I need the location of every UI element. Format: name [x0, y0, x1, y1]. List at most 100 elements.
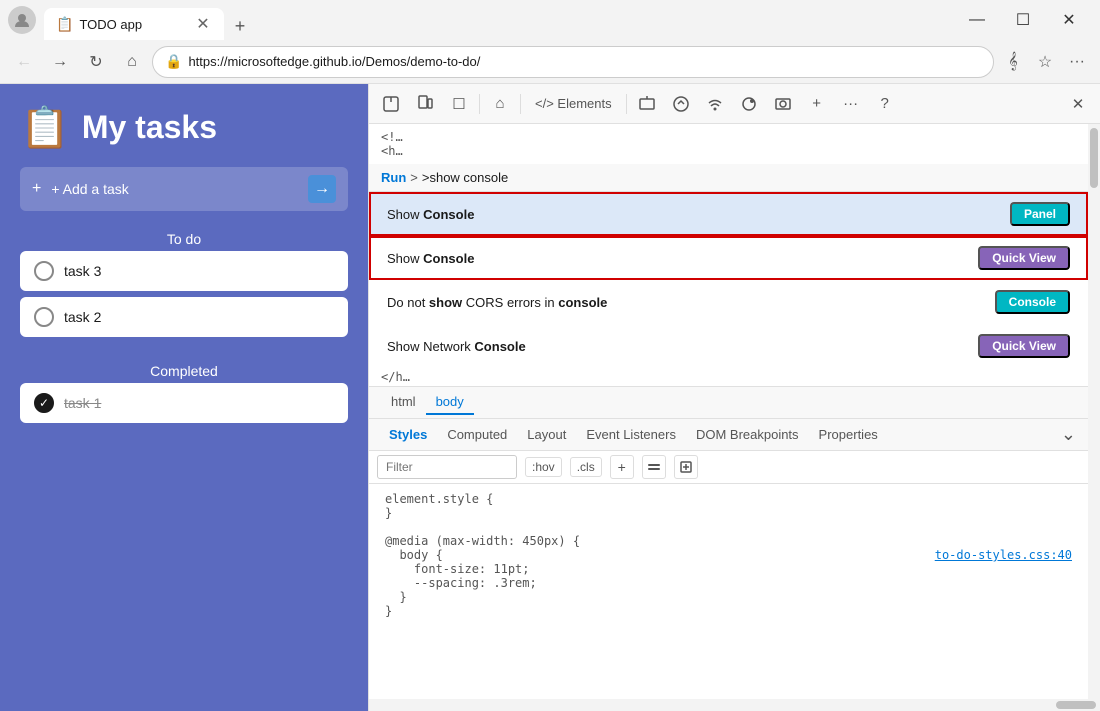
devtools-help-button[interactable]: ? [869, 88, 901, 120]
devtools-network-button[interactable] [631, 88, 663, 120]
list-item[interactable]: task 3 [20, 251, 348, 291]
tab-elements[interactable]: </> Elements [525, 92, 622, 115]
scrollbar-thumb[interactable] [1090, 128, 1098, 188]
style-line: --spacing: .3rem; [385, 576, 1072, 590]
favorites-button[interactable]: ☆ [1030, 47, 1060, 77]
html-line: <h… [381, 144, 1076, 158]
task-text: task 3 [64, 263, 101, 279]
todo-app: 📋 My tasks + + Add a task → To do task 3… [0, 84, 368, 711]
command-result-label4: Show Network Console [387, 339, 968, 354]
todo-section-completed: Completed task 1 [20, 359, 348, 429]
tab-bar: 📋 TODO app ✕ + [44, 0, 950, 40]
task-checkbox[interactable] [34, 261, 54, 281]
devtools-main: <!… <h… Run > >show console S [369, 124, 1100, 699]
window-controls: — ☐ ✕ [954, 4, 1092, 36]
devtools-performance-button[interactable] [665, 88, 697, 120]
forward-button[interactable]: → [44, 46, 76, 78]
result2-text-console: Console [423, 251, 474, 266]
content-area: 📋 My tasks + + Add a task → To do task 3… [0, 84, 1100, 711]
add-task-bar[interactable]: + + Add a task → [20, 167, 348, 211]
list-item[interactable]: task 2 [20, 297, 348, 337]
html-line: <!… [381, 130, 1076, 144]
devtools-screenshot-button[interactable] [767, 88, 799, 120]
devtools-wifi-button[interactable] [699, 88, 731, 120]
styles-tabs-more-button[interactable]: ⌄ [1061, 424, 1076, 445]
style-line: } [385, 590, 1072, 604]
style-line: @media (max-width: 450px) { [385, 534, 1072, 548]
devtools-device-button[interactable] [409, 88, 441, 120]
styles-tab-computed[interactable]: Computed [439, 423, 515, 446]
list-item[interactable]: task 1 [20, 383, 348, 423]
cls-button[interactable]: .cls [570, 457, 602, 477]
toolbar-divider3 [626, 94, 627, 114]
styles-tab-event-listeners[interactable]: Event Listeners [578, 423, 684, 446]
devtools-add-button[interactable]: + [801, 88, 833, 120]
more-button[interactable]: ··· [1062, 47, 1092, 77]
task-checkbox[interactable] [34, 307, 54, 327]
devtools-close-button[interactable]: ✕ [1062, 88, 1094, 120]
devtools-scrollbar[interactable] [1088, 124, 1100, 699]
style-line: } [385, 604, 1072, 618]
tab-body[interactable]: body [426, 390, 474, 415]
result-text-console: Console [423, 207, 474, 222]
toolbar-divider2 [520, 94, 521, 114]
address-bar[interactable]: 🔒 https://microsoftedge.github.io/Demos/… [152, 46, 994, 78]
tab-html[interactable]: html [381, 390, 426, 415]
command-input-text[interactable]: >show console [422, 170, 1076, 185]
task-checkbox-checked[interactable] [34, 393, 54, 413]
minimize-button[interactable]: — [954, 4, 1000, 36]
result-text-show: Show [387, 207, 423, 222]
command-badge-panel[interactable]: Panel [1010, 202, 1070, 226]
maximize-button[interactable]: ☐ [1000, 4, 1046, 36]
close-button[interactable]: ✕ [1046, 4, 1092, 36]
todo-section-title: To do [20, 231, 348, 247]
command-badge-console[interactable]: Console [995, 290, 1070, 314]
profile-icon[interactable] [8, 6, 36, 34]
toggle-style-button[interactable] [642, 455, 666, 479]
add-task-input[interactable]: + Add a task [51, 181, 298, 197]
read-aloud-button[interactable]: 𝄞 [998, 47, 1028, 77]
url-text: https://microsoftedge.github.io/Demos/de… [188, 54, 981, 69]
reload-button[interactable]: ↻ [80, 46, 112, 78]
nav-extras: 𝄞 ☆ ··· [998, 47, 1092, 77]
devtools-inspect-button[interactable] [375, 88, 407, 120]
toolbar-divider [479, 94, 480, 114]
command-badge-quick-view[interactable]: Quick View [978, 246, 1070, 270]
command-result-label2: Show Console [387, 251, 968, 266]
devtools-paint-button[interactable] [733, 88, 765, 120]
tab-close-button[interactable]: ✕ [194, 15, 212, 33]
styles-tab-styles[interactable]: Styles [381, 423, 435, 446]
style-line: } [385, 506, 1072, 520]
devtools-console-button[interactable]: ☐ [443, 88, 475, 120]
devtools-home-button[interactable]: ⌂ [484, 88, 516, 120]
todo-app-icon: 📋 [20, 104, 70, 151]
panel-tabs: html body [369, 387, 1088, 419]
command-result-cors[interactable]: Do not show CORS errors in console Conso… [369, 280, 1088, 324]
bottom-scrollbar-thumb[interactable] [1056, 701, 1096, 709]
tab-todo-app[interactable]: 📋 TODO app ✕ [44, 8, 224, 40]
devtools-overflow-button[interactable]: ··· [835, 88, 867, 120]
tab-favicon: 📋 [56, 16, 73, 33]
lock-icon: 🔒 [165, 53, 182, 70]
add-task-submit[interactable]: → [308, 175, 336, 203]
command-result-network-console[interactable]: Show Network Console Quick View [369, 324, 1088, 368]
new-style-rule-button[interactable] [674, 455, 698, 479]
command-result-show-console-quick[interactable]: Show Console Quick View [369, 236, 1088, 280]
command-run-label: Run [381, 170, 406, 185]
back-button[interactable]: ← [8, 46, 40, 78]
command-result-label: Show Console [387, 207, 1000, 222]
pseudo-hov-button[interactable]: :hov [525, 457, 562, 477]
command-badge-quick-view2[interactable]: Quick View [978, 334, 1070, 358]
styles-tab-layout[interactable]: Layout [519, 423, 574, 446]
devtools-panel: ☐ ⌂ </> Elements [368, 84, 1100, 711]
navigation-bar: ← → ↻ ⌂ 🔒 https://microsoftedge.github.i… [0, 40, 1100, 84]
css-file-link[interactable]: to-do-styles.css:40 [935, 548, 1072, 562]
styles-filter-input[interactable] [377, 455, 517, 479]
home-button[interactable]: ⌂ [116, 46, 148, 78]
new-tab-button[interactable]: + [226, 12, 254, 40]
styles-tab-dom-breakpoints[interactable]: DOM Breakpoints [688, 423, 807, 446]
styles-tab-properties[interactable]: Properties [811, 423, 886, 446]
command-result-show-console-panel[interactable]: Show Console Panel [369, 192, 1088, 236]
bottom-scrollbar[interactable] [369, 699, 1100, 711]
add-style-rule-button[interactable]: + [610, 455, 634, 479]
